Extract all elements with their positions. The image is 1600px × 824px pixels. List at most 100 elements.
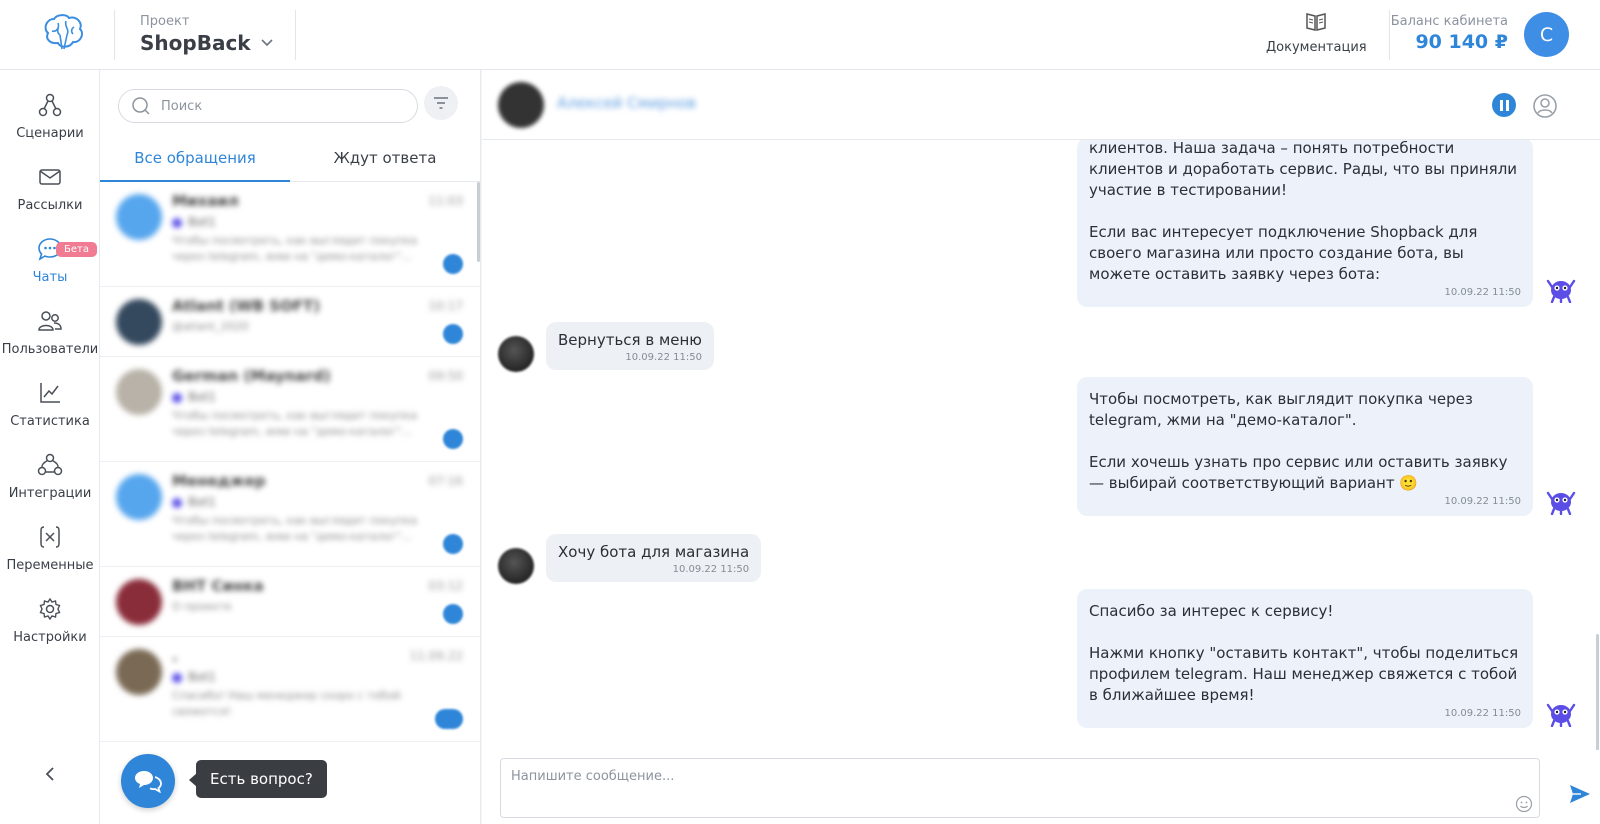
chat-list-item[interactable]: . 11.09.22 Bot1 Спасибо! Наш менеджер ск… bbox=[100, 637, 480, 742]
contact-name[interactable]: Алексей Смирнов bbox=[557, 94, 696, 112]
sidebar-item-users[interactable]: Пользователи bbox=[0, 308, 100, 370]
search-icon bbox=[132, 97, 150, 115]
sidebar-item-label: Интеграции bbox=[8, 486, 92, 501]
sidebar-item-statistics[interactable]: Статистика bbox=[0, 380, 100, 442]
search-box[interactable] bbox=[118, 89, 418, 123]
bot-tag: Bot1 bbox=[172, 670, 467, 684]
variables-icon bbox=[40, 526, 60, 548]
chat-name: Михаил bbox=[172, 192, 239, 210]
chat-preview: Чтобы посмотреть, как выглядит покупка ч… bbox=[172, 234, 418, 263]
chat-list-item[interactable]: Менеджер 07:16 Bot1 Чтобы посмотреть, ка… bbox=[100, 462, 480, 567]
avatar bbox=[498, 548, 534, 584]
balance-block[interactable]: Баланс кабинета 90 140 ₽ bbox=[1391, 14, 1508, 53]
chat-bubbles-icon bbox=[135, 771, 162, 793]
chat-name: BHT Синка bbox=[172, 577, 264, 595]
chat-time: 07:16 bbox=[428, 474, 463, 488]
filter-button[interactable] bbox=[424, 86, 458, 120]
chat-time: 03:12 bbox=[428, 579, 463, 593]
chat-preview: О проекте bbox=[172, 600, 232, 613]
message-list: клиентов. Наша задача – понять потребнос… bbox=[482, 140, 1600, 750]
bot-message: Чтобы посмотреть, как выглядит покупка ч… bbox=[1077, 377, 1533, 516]
project-selector[interactable]: Проект ShopBack bbox=[140, 14, 273, 55]
sidebar-item-variables[interactable]: Переменные bbox=[0, 524, 100, 586]
chart-icon bbox=[40, 383, 60, 403]
top-header: Проект ShopBack Документация Баланс каби… bbox=[0, 0, 1600, 70]
avatar[interactable] bbox=[498, 82, 544, 128]
chat-list-item[interactable]: BHT Синка 03:12 О проекте bbox=[100, 567, 480, 637]
bot-tag: Bot1 bbox=[172, 495, 467, 509]
sidebar-item-label: Настройки bbox=[13, 630, 87, 645]
chevron-down-icon bbox=[261, 39, 273, 47]
user-avatar[interactable]: C bbox=[1524, 12, 1569, 57]
filter-icon bbox=[434, 97, 448, 109]
unread-badge bbox=[435, 709, 463, 729]
sidebar-item-label: Чаты bbox=[32, 270, 68, 285]
message-text: Чтобы посмотреть, как выглядит покупка ч… bbox=[1089, 390, 1508, 492]
chat-name: German (Maynard) bbox=[172, 367, 331, 385]
chat-list-panel: Все обращения Ждут ответа Михаил 11:03 B… bbox=[100, 70, 481, 824]
message-time: 10.09.22 11:50 bbox=[1444, 287, 1521, 298]
messages-scrollbar[interactable] bbox=[1596, 634, 1599, 750]
chat-preview: Спасибо! Наш менеджер скоро с тобой свяж… bbox=[172, 689, 401, 718]
list-scrollbar[interactable] bbox=[477, 182, 480, 262]
sidebar-nav: Сценарии Рассылки Чаты Бета Пользователи… bbox=[0, 70, 100, 824]
bot-avatar-icon bbox=[1546, 491, 1576, 515]
chat-list-item[interactable]: Atlant (WB SOFT) 10:17 @atlant_2020 bbox=[100, 287, 480, 357]
avatar bbox=[116, 194, 162, 240]
user-profile-icon[interactable] bbox=[1532, 93, 1558, 119]
help-tooltip: Есть вопрос? bbox=[189, 760, 327, 798]
message-text: Хочу бота для магазина bbox=[558, 543, 750, 561]
emoji-icon[interactable] bbox=[1515, 795, 1533, 813]
chat-time: 11:03 bbox=[428, 194, 463, 208]
balance-value: 90 140 ₽ bbox=[1415, 31, 1508, 53]
unread-badge bbox=[443, 254, 463, 274]
tab-all-requests[interactable]: Все обращения bbox=[100, 140, 290, 182]
integrations-icon bbox=[37, 453, 63, 476]
bot-tag: Bot1 bbox=[172, 390, 467, 404]
unread-badge bbox=[443, 429, 463, 449]
message-text: клиентов. Наша задача – понять потребнос… bbox=[1089, 140, 1518, 283]
message-time: 10.09.22 11:50 bbox=[1444, 496, 1521, 507]
sidebar-item-settings[interactable]: Настройки bbox=[0, 596, 100, 658]
chat-preview: @atlant_2020 bbox=[172, 320, 249, 333]
tab-awaiting-reply[interactable]: Ждут ответа bbox=[290, 140, 480, 182]
send-icon[interactable] bbox=[1568, 782, 1592, 806]
conversation-panel: Алексей Смирнов клиентов. Наша задача – … bbox=[482, 70, 1600, 824]
sidebar-item-label: Статистика bbox=[10, 414, 90, 429]
chat-preview: Чтобы посмотреть, как выглядит покупка ч… bbox=[172, 514, 418, 543]
chat-list-item[interactable]: Михаил 11:03 Bot1 Чтобы посмотреть, как … bbox=[100, 182, 480, 287]
search-input[interactable] bbox=[161, 98, 401, 114]
help-chat-button[interactable] bbox=[121, 754, 175, 808]
chevron-left-icon[interactable] bbox=[38, 762, 62, 786]
user-message: Вернуться в меню 10.09.22 11:50 bbox=[546, 322, 714, 370]
conversation-header: Алексей Смирнов bbox=[482, 70, 1600, 140]
chat-name: Atlant (WB SOFT) bbox=[172, 297, 321, 315]
message-time: 10.09.22 11:50 bbox=[1444, 708, 1521, 719]
avatar bbox=[116, 369, 162, 415]
brain-logo-icon[interactable] bbox=[40, 13, 86, 53]
pause-bot-button[interactable] bbox=[1492, 93, 1516, 117]
book-icon bbox=[1306, 13, 1326, 31]
sidebar-item-label: Переменные bbox=[6, 558, 94, 573]
bot-tag: Bot1 bbox=[172, 215, 467, 229]
documentation-button[interactable]: Документация bbox=[1266, 10, 1367, 55]
sidebar-item-mailings[interactable]: Рассылки bbox=[0, 164, 100, 226]
sidebar-item-integrations[interactable]: Интеграции bbox=[0, 452, 100, 514]
message-composer bbox=[500, 758, 1540, 818]
avatar bbox=[116, 299, 162, 345]
message-input[interactable] bbox=[501, 759, 1539, 817]
chat-preview: Чтобы посмотреть, как выглядит покупка ч… bbox=[172, 409, 418, 438]
sidebar-item-chats[interactable]: Чаты Бета bbox=[0, 236, 100, 298]
message-text: Вернуться в меню bbox=[558, 331, 702, 349]
users-icon bbox=[38, 311, 62, 331]
bot-message: Спасибо за интерес к сервису! Нажми кноп… bbox=[1077, 589, 1533, 728]
chat-time: 11.09.22 bbox=[409, 649, 463, 663]
project-name: ShopBack bbox=[140, 31, 251, 55]
unread-badge bbox=[443, 324, 463, 344]
mail-icon bbox=[39, 169, 61, 185]
header-divider bbox=[295, 10, 296, 60]
sidebar-item-scenarios[interactable]: Сценарии bbox=[0, 92, 100, 154]
message-time: 10.09.22 11:50 bbox=[672, 564, 750, 575]
user-message: Хочу бота для магазина 10.09.22 11:50 bbox=[546, 534, 762, 582]
chat-list-item[interactable]: German (Maynard) 09:50 Bot1 Чтобы посмот… bbox=[100, 357, 480, 462]
